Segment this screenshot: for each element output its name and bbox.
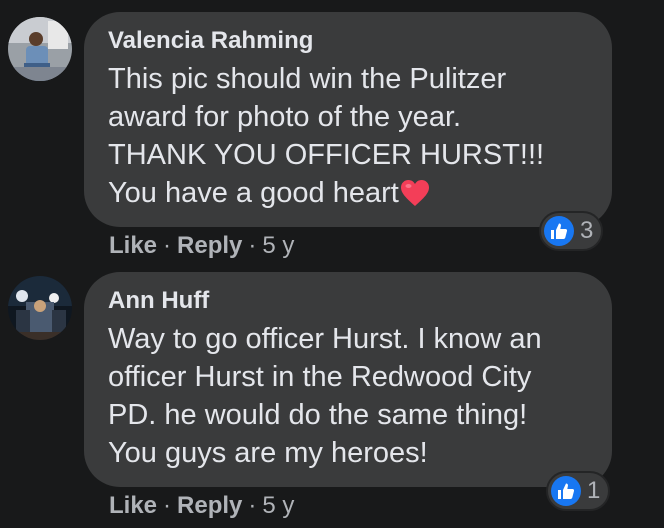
like-button[interactable]: Like xyxy=(109,492,157,519)
reaction-count: 1 xyxy=(587,477,601,504)
comment-text: Way to go officer Hurst. I know an offic… xyxy=(108,320,588,472)
comment-text-line: Way to go officer Hurst. I know an xyxy=(108,323,542,355)
heart-emoji-icon xyxy=(400,179,430,217)
separator: · xyxy=(248,232,257,259)
like-icon xyxy=(544,216,574,246)
comment-text-line-with-emoji: You have a good heart xyxy=(108,174,588,217)
comment-text-line: award for photo of the year. xyxy=(108,101,462,133)
comment-text-line: This pic should win the Pulitzer xyxy=(108,63,507,95)
comment-text-line: PD. he would do the same thing! xyxy=(108,399,528,431)
reaction-summary[interactable]: 1 xyxy=(546,471,611,511)
comment-text-line: THANK YOU OFFICER HURST!!! xyxy=(108,139,545,171)
timestamp[interactable]: 5 y xyxy=(262,492,294,519)
comment-text-line: You have a good heart xyxy=(108,177,399,209)
comment-author[interactable]: Valencia Rahming xyxy=(108,26,588,56)
avatar[interactable] xyxy=(8,17,72,81)
comment-text-line: officer Hurst in the Redwood City xyxy=(108,361,532,393)
separator: · xyxy=(163,492,172,519)
reply-button[interactable]: Reply xyxy=(177,232,242,259)
comment-actions: Like · Reply · 5 y xyxy=(109,231,294,261)
comment-actions: Like · Reply · 5 y xyxy=(109,491,294,521)
comment-bubble: Valencia Rahming This pic should win the… xyxy=(84,12,612,227)
reply-button[interactable]: Reply xyxy=(177,492,242,519)
separator: · xyxy=(248,492,257,519)
comment-text-line: You guys are my heroes! xyxy=(108,437,428,469)
comment-author[interactable]: Ann Huff xyxy=(108,286,588,316)
reaction-summary[interactable]: 3 xyxy=(539,211,604,251)
reaction-count: 3 xyxy=(580,217,594,244)
separator: · xyxy=(163,232,172,259)
timestamp[interactable]: 5 y xyxy=(262,232,294,259)
comment-text: This pic should win the Pulitzer award f… xyxy=(108,60,588,217)
avatar[interactable] xyxy=(8,276,72,340)
comment-bubble: Ann Huff Way to go officer Hurst. I know… xyxy=(84,272,612,487)
like-icon xyxy=(551,476,581,506)
like-button[interactable]: Like xyxy=(109,232,157,259)
